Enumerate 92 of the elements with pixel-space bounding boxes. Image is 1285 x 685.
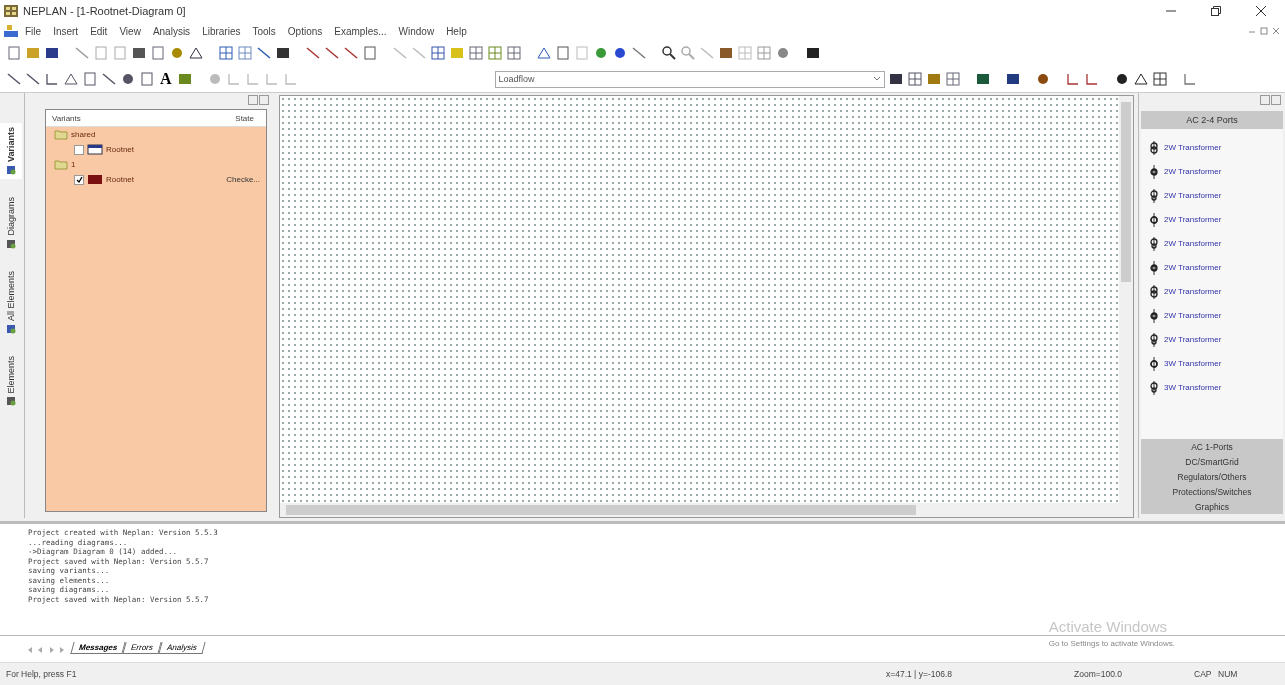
- caret-icon: [872, 76, 881, 82]
- menu-item[interactable]: Insert: [48, 24, 84, 38]
- search-icon[interactable]: [661, 45, 677, 61]
- palette-group[interactable]: Regulators/Others: [1141, 469, 1283, 484]
- folder-label: shared: [71, 130, 96, 139]
- indicator-text: CAP: [1194, 669, 1213, 679]
- menu-item[interactable]: File: [20, 24, 47, 38]
- polyline-icon[interactable]: [44, 71, 60, 87]
- network-icon: [87, 144, 103, 155]
- window-title: NEPLAN - [1-Rootnet-Diagram 0]: [23, 5, 187, 17]
- horizontal-scrollbar[interactable]: [280, 503, 1133, 517]
- menu-item[interactable]: Analysis: [147, 24, 196, 38]
- activation-title: Activate Windows: [1048, 618, 1169, 635]
- side-tab[interactable]: Diagrams: [0, 193, 22, 253]
- palette-item[interactable]: 2W Transformer: [1147, 283, 1277, 300]
- variant-label: Rootnet: [106, 145, 135, 154]
- window-icon[interactable]: [555, 45, 571, 61]
- menu-item[interactable]: Libraries: [197, 24, 246, 38]
- line-icon[interactable]: [305, 45, 321, 61]
- message-tab[interactable]: Messages: [70, 642, 126, 654]
- side-tab[interactable]: Elements: [0, 351, 22, 411]
- circle-icon[interactable]: [120, 71, 136, 87]
- restore-icon: [1211, 6, 1221, 16]
- text-tool-button[interactable]: A: [158, 69, 174, 89]
- grid-icon[interactable]: [468, 45, 484, 61]
- tree-row[interactable]: 1: [46, 157, 266, 172]
- side-tab[interactable]: Variants: [0, 123, 22, 180]
- diagram-canvas[interactable]: [280, 96, 1119, 503]
- palette-group[interactable]: AC 1-Ports: [1141, 439, 1283, 454]
- palette-item[interactable]: 2W Transformer: [1147, 139, 1277, 156]
- palette-item[interactable]: 2W Transformer: [1147, 211, 1277, 228]
- palette-item[interactable]: 2W Transformer: [1147, 235, 1277, 252]
- coordinates-text: x=47.1 | y=-106.8: [886, 669, 953, 679]
- menu-item[interactable]: Options: [282, 24, 328, 38]
- palette-item[interactable]: 2W Transformer: [1147, 307, 1277, 324]
- square-icon[interactable]: [718, 45, 734, 61]
- checkbox[interactable]: [74, 174, 84, 185]
- tree-row[interactable]: Rootnet: [46, 142, 266, 157]
- line-icon[interactable]: [631, 45, 647, 61]
- document-icon: [4, 25, 18, 37]
- vertical-scrollbar[interactable]: [1119, 96, 1133, 503]
- palette-group-header[interactable]: AC 2-4 Ports: [1141, 111, 1283, 129]
- palette-group[interactable]: Graphics: [1141, 499, 1283, 514]
- palette-item[interactable]: 3W Transformer: [1147, 379, 1277, 396]
- pin-button[interactable]: [248, 95, 258, 105]
- palette-item[interactable]: 2W Transformer: [1147, 259, 1277, 276]
- app-icon: [4, 5, 18, 17]
- grid-icon[interactable]: [430, 45, 446, 61]
- network-icon: [87, 174, 103, 185]
- menu-item[interactable]: Help: [441, 24, 472, 38]
- state-text: Checke...: [226, 175, 260, 184]
- menu-item[interactable]: Examples...: [329, 24, 392, 38]
- grid-icon[interactable]: [487, 45, 503, 61]
- tab-icon: [6, 165, 16, 176]
- menu-item[interactable]: View: [114, 24, 146, 38]
- line-icon[interactable]: [324, 45, 340, 61]
- palette-group[interactable]: DC/SmartGrid: [1141, 454, 1283, 469]
- activation-hint: Go to Settings to activate Windows.: [1048, 639, 1175, 648]
- menu-item[interactable]: Tools: [247, 24, 281, 38]
- tree-row[interactable]: shared: [46, 127, 266, 142]
- menu-item[interactable]: Edit: [85, 24, 113, 38]
- calculation-select[interactable]: Loadflow: [494, 70, 885, 88]
- new-document-icon[interactable]: [6, 45, 22, 61]
- menu-item[interactable]: Window: [393, 24, 440, 38]
- message-tab[interactable]: Errors: [122, 642, 162, 654]
- grid-icon[interactable]: [1151, 71, 1168, 87]
- tab-icon: [6, 238, 16, 249]
- help-text: For Help, press F1: [6, 669, 78, 679]
- column-header: Variants: [52, 113, 81, 123]
- palette-item[interactable]: 3W Transformer: [1147, 355, 1277, 372]
- zoom-text: Zoom=100.0: [1074, 669, 1123, 679]
- palette-item[interactable]: 2W Transformer: [1147, 163, 1277, 180]
- message-tab[interactable]: Analysis: [158, 642, 206, 654]
- line-icon[interactable]: [343, 45, 359, 61]
- tree-row[interactable]: Rootnet Checke...: [46, 172, 266, 187]
- palette-item[interactable]: 2W Transformer: [1147, 187, 1277, 204]
- variant-label: Rootnet: [106, 175, 135, 184]
- line-icon[interactable]: [6, 71, 22, 87]
- tab-icon: [6, 396, 16, 407]
- pin-button[interactable]: [1260, 95, 1270, 105]
- palette-group[interactable]: Protections/Switches: [1141, 484, 1283, 499]
- indicator-text: NUM: [1218, 669, 1239, 679]
- grid-icon[interactable]: [506, 45, 522, 61]
- tab-navigation-icon[interactable]: [26, 646, 66, 654]
- column-header: State: [235, 113, 254, 123]
- checkbox[interactable]: [74, 144, 84, 155]
- tab-icon: [6, 323, 16, 334]
- close-icon: [1256, 6, 1266, 16]
- palette-item[interactable]: 2W Transformer: [1147, 331, 1277, 348]
- triangle-icon[interactable]: [63, 71, 79, 87]
- side-tab[interactable]: All Elements: [0, 266, 22, 338]
- folder-label: 1: [71, 160, 76, 169]
